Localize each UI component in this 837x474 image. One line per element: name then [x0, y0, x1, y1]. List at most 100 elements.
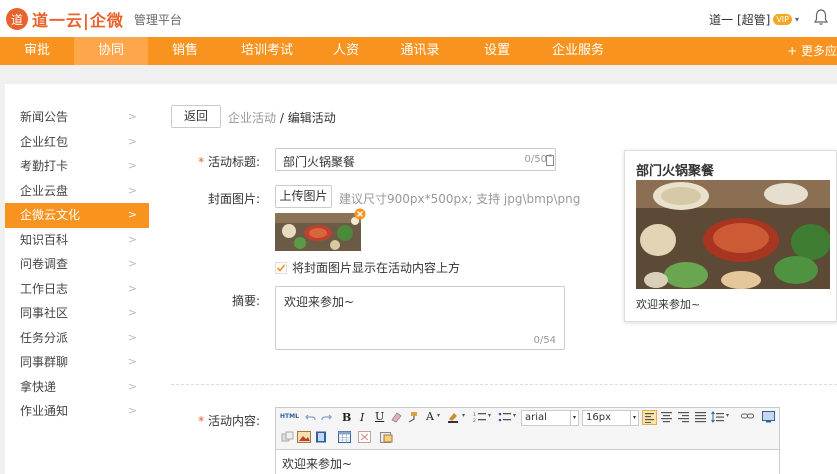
nav-item-approval[interactable]: 审批 [0, 37, 74, 65]
fullscreen-icon[interactable] [762, 411, 775, 423]
user-menu[interactable]: 道一 [超管] VIP ▾ [709, 11, 799, 28]
sidebar: 新闻公告 > 企业红包 > 考勤打卡 > 企业云盘 > 企微云文化 > 知识百科 > 问卷调… [5, 84, 149, 474]
chevron-down-icon: ▾ [794, 15, 799, 24]
sidebar-item-label: 企微云文化 [20, 208, 81, 222]
highlight-dropdown-icon[interactable]: ▾ [462, 412, 465, 419]
sidebar-item-label: 企业红包 [20, 134, 69, 149]
upload-image-button[interactable]: 上传图片 [275, 185, 332, 208]
highlight-color-icon[interactable] [447, 411, 460, 423]
nav-item-training[interactable]: 培训考试 [222, 37, 312, 65]
nav-item-contacts[interactable]: 通讯录 [380, 37, 460, 65]
sidebar-item-red-packet[interactable]: 企业红包 > [5, 130, 149, 155]
content-label: * 活动内容: [198, 414, 260, 428]
bell-icon[interactable] [813, 8, 829, 26]
font-color-dropdown-icon[interactable]: ▾ [437, 412, 440, 419]
sidebar-item-community[interactable]: 同事社区 > [5, 301, 149, 326]
undo-icon[interactable] [305, 412, 316, 422]
bold-icon[interactable]: B [342, 411, 351, 424]
sidebar-item-label: 考勤打卡 [20, 159, 69, 173]
sidebar-item-group-chat[interactable]: 同事群聊 > [5, 350, 149, 375]
breadcrumb-parent[interactable]: 企业活动 [228, 111, 276, 125]
ordered-list-icon[interactable]: 12 [473, 411, 486, 423]
vip-badge: VIP [773, 14, 792, 25]
breadcrumb-current: 编辑活动 [287, 111, 336, 125]
unordered-list-icon[interactable] [498, 411, 511, 423]
nav-item-settings[interactable]: 设置 [460, 37, 534, 65]
sidebar-item-label: 新闻公告 [20, 110, 69, 124]
sidebar-item-label: 同事群聊 [20, 355, 69, 369]
remove-cover-icon[interactable] [354, 208, 366, 220]
summary-char-count: 0/54 [533, 335, 556, 346]
link-icon[interactable] [741, 412, 754, 421]
paste-plain-icon[interactable] [380, 431, 393, 443]
nav-item-collaboration[interactable]: 协同 [74, 37, 148, 65]
sidebar-item-homework[interactable]: 作业通知 > [5, 399, 149, 424]
insert-image-icon[interactable] [297, 431, 311, 443]
clipboard-icon [546, 154, 554, 166]
sidebar-item-label: 拿快递 [20, 379, 57, 394]
checkbox-checked-icon[interactable] [275, 261, 287, 274]
sidebar-item-survey[interactable]: 问卷调查 > [5, 252, 149, 277]
eraser-icon[interactable] [390, 411, 402, 423]
sidebar-item-label: 问卷调查 [20, 257, 69, 271]
sidebar-item-culture[interactable]: 企微云文化 > [5, 203, 149, 228]
sidebar-item-label: 同事社区 [20, 306, 69, 320]
align-center-icon[interactable] [660, 411, 673, 423]
title-label: * 活动标题: [198, 155, 260, 169]
format-painter-icon[interactable] [406, 411, 418, 423]
chevron-right-icon: > [127, 134, 137, 148]
chevron-right-icon: > [127, 257, 137, 270]
font-family-select[interactable]: arial ▾ [521, 410, 579, 426]
nav-item-hr[interactable]: 人资 [312, 37, 380, 65]
nav-more-button[interactable]: + 更多应 [787, 37, 837, 65]
chevron-right-icon: > [127, 379, 137, 393]
preview-title: 部门火锅聚餐 [636, 164, 715, 179]
align-left-icon[interactable] [642, 410, 657, 425]
breadcrumb: 企业活动 / 编辑活动 [228, 109, 336, 126]
sidebar-item-tasks[interactable]: 任务分派 > [5, 326, 149, 351]
back-button[interactable]: 返回 [171, 105, 221, 128]
nav-item-sales[interactable]: 销售 [148, 37, 222, 65]
line-height-dropdown-icon[interactable]: ▾ [726, 412, 729, 419]
sidebar-item-express[interactable]: 拿快递 > [5, 375, 149, 400]
sidebar-item-news[interactable]: 新闻公告 > [5, 105, 149, 130]
chevron-right-icon: > [127, 159, 137, 172]
svg-text:2: 2 [473, 418, 476, 423]
insert-video-icon[interactable] [315, 431, 327, 443]
sidebar-item-attendance[interactable]: 考勤打卡 > [5, 154, 149, 179]
font-size-select[interactable]: 16px ▾ [582, 410, 639, 426]
rich-text-editor[interactable]: 欢迎来参加~ [275, 449, 780, 474]
chevron-right-icon: > [127, 208, 137, 221]
main-nav: 审批 协同 销售 培训考试 人资 通讯录 设置 企业服务 + 更多应 [0, 37, 837, 65]
chevron-right-icon: > [127, 306, 137, 319]
align-right-icon[interactable] [677, 411, 690, 423]
logo[interactable]: 道 道一云|企微 管理平台 [6, 7, 182, 31]
underline-icon[interactable]: U [375, 410, 384, 423]
italic-icon[interactable]: I [360, 411, 364, 424]
redo-icon[interactable] [321, 412, 332, 422]
summary-textarea[interactable]: 欢迎来参加~ 0/54 [275, 286, 565, 350]
line-height-icon[interactable] [711, 411, 724, 423]
editor-toolbar: HTML B I U A ▾ ▾ 12 ▾ ▾ arial ▾ 16px ▾ ▾ [275, 407, 780, 449]
anchor-icon[interactable] [281, 431, 294, 443]
align-justify-icon[interactable] [694, 411, 707, 423]
delete-table-icon[interactable] [358, 431, 371, 443]
chevron-right-icon: > [127, 232, 137, 246]
title-input[interactable]: 部门火锅聚餐 0/50 [275, 148, 556, 171]
sidebar-item-work-log[interactable]: 工作日志 > [5, 277, 149, 302]
font-color-icon[interactable]: A [426, 410, 434, 423]
title-input-value: 部门火锅聚餐 [283, 155, 356, 169]
editor-content: 欢迎来参加~ [282, 457, 353, 471]
section-divider [171, 384, 837, 385]
unordered-list-dropdown-icon[interactable]: ▾ [513, 412, 516, 419]
insert-table-icon[interactable] [338, 431, 351, 443]
font-family-value: arial [525, 412, 547, 423]
html-source-button[interactable]: HTML [280, 413, 299, 420]
nav-item-enterprise-service[interactable]: 企业服务 [534, 37, 622, 65]
sidebar-item-cloud-drive[interactable]: 企业云盘 > [5, 179, 149, 204]
sidebar-item-label: 企业云盘 [20, 183, 69, 198]
upload-hint: 建议尺寸900px*500px; 支持 jpg\bmp\png [339, 192, 581, 206]
ordered-list-dropdown-icon[interactable]: ▾ [488, 412, 491, 419]
cover-thumbnail[interactable] [275, 213, 361, 251]
sidebar-item-wiki[interactable]: 知识百科 > [5, 228, 149, 253]
